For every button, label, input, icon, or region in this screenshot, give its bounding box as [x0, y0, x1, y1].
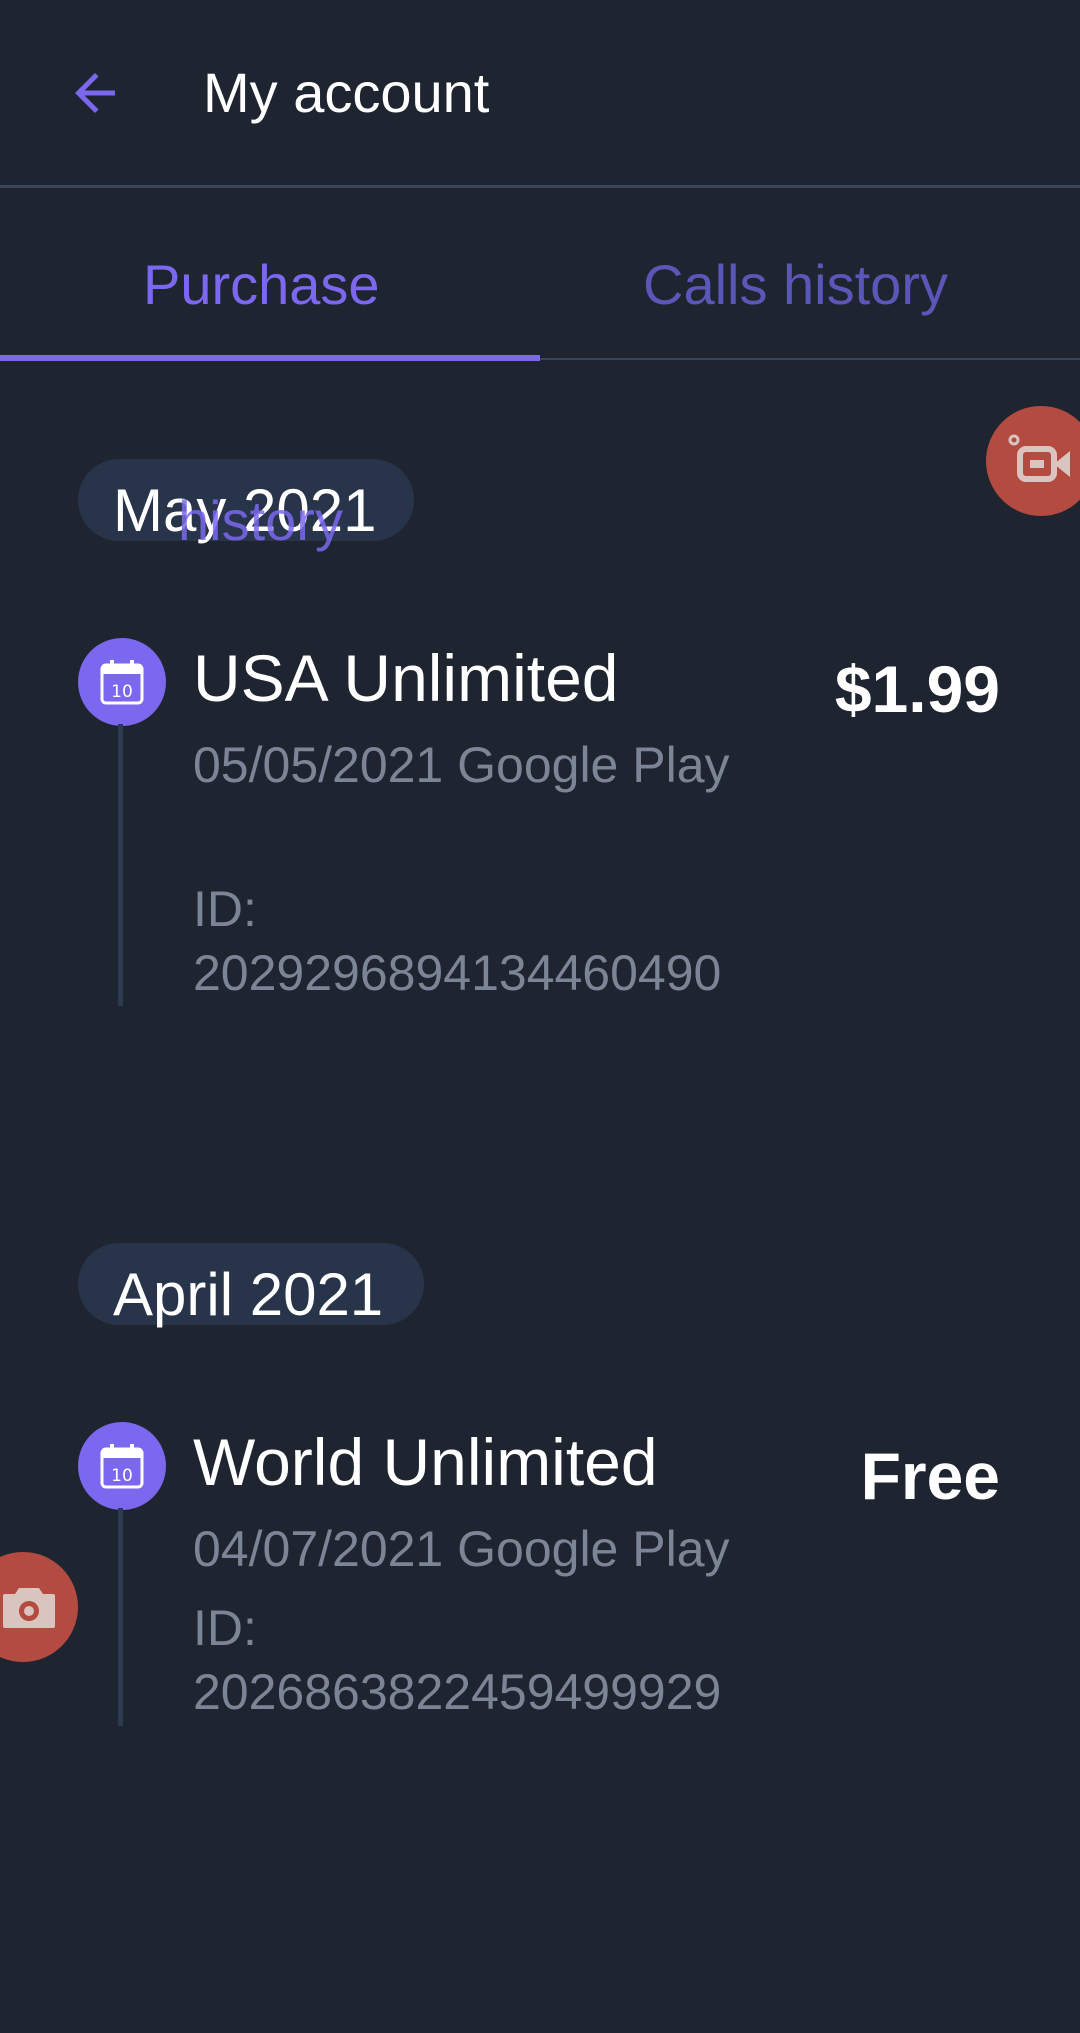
tab-calls-history[interactable]: Calls history [643, 252, 948, 317]
month-label: April 2021 [113, 1261, 384, 1328]
account-screen: My account Purchase Calls history May 20… [0, 0, 1080, 2033]
purchase-id-value: 2029296894134460490 [193, 945, 722, 1001]
purchase-id-label: ID: [193, 1600, 257, 1656]
calendar-icon: 10 [100, 660, 144, 705]
purchase-id-value: 2026863822459499929 [193, 1664, 722, 1720]
purchase-price: Free [860, 1439, 1000, 1513]
camera-icon [3, 1588, 55, 1628]
purchase-name: World Unlimited [193, 1425, 658, 1499]
back-button[interactable] [52, 50, 138, 136]
tab-indicator [0, 355, 540, 361]
svg-text:10: 10 [111, 1466, 133, 1486]
purchase-price: $1.99 [834, 652, 1000, 726]
purchase-date-store: 05/05/2021 Google Play [193, 737, 730, 793]
purchase-name: USA Unlimited [193, 641, 619, 715]
calendar-icon: 10 [100, 1444, 144, 1489]
timeline-line [118, 1508, 123, 1726]
tab-purchase[interactable]: Purchase [143, 252, 380, 317]
arrow-left-icon [75, 73, 115, 113]
overlay-text: history [178, 489, 343, 552]
purchase-icon: 10 [78, 638, 166, 726]
screenshot-button[interactable] [0, 1552, 78, 1662]
svg-text:10: 10 [111, 682, 133, 702]
video-camera-icon [1008, 434, 1070, 482]
timeline-line [118, 724, 123, 1006]
video-call-button[interactable] [986, 406, 1080, 516]
purchase-date-store: 04/07/2021 Google Play [193, 1521, 730, 1577]
tab-bar: Purchase Calls history [0, 190, 1080, 361]
page-title: My account [203, 61, 490, 124]
purchase-icon: 10 [78, 1422, 166, 1510]
app-bar: My account [0, 0, 1080, 188]
purchase-id-label: ID: [193, 881, 257, 937]
